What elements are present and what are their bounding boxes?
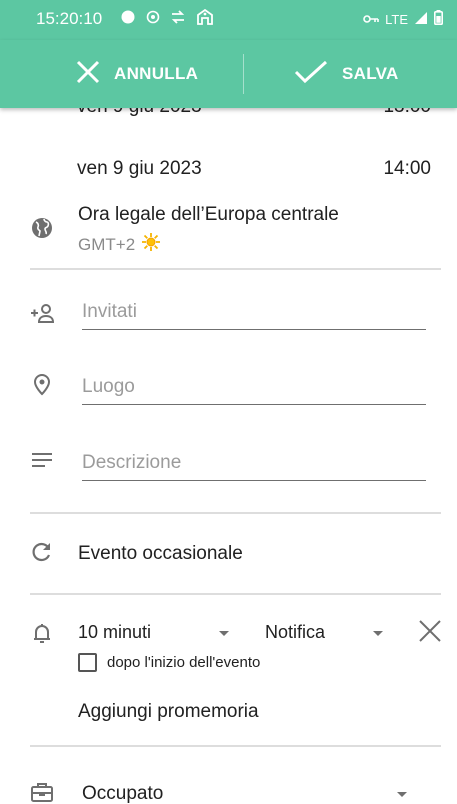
timezone-name: Ora legale dell’Europa centrale [78,204,339,225]
cancel-button[interactable]: ANNULLA [76,40,198,108]
after-start-label: dopo l'inizio dell'evento [107,654,261,671]
transfer-icon [170,10,186,29]
close-icon [76,60,100,89]
event-form: ven 9 giu 2023 13:00 ven 9 giu 2023 14:0… [0,108,457,804]
description-lines-icon [30,448,54,472]
app-notification-icon [196,8,214,30]
save-label: SALVA [342,64,399,83]
repeat-icon [30,540,54,564]
location-input[interactable] [82,369,426,405]
remove-reminder-close-icon[interactable] [419,620,441,647]
start-date[interactable]: ven 9 giu 2023 [77,108,202,118]
add-reminder-button[interactable]: Aggiungi promemoria [78,701,259,723]
vpn-key-icon [363,12,379,27]
divider [30,593,441,595]
cancel-label: ANNULLA [114,64,199,83]
divider [30,745,441,747]
divider [30,512,441,514]
end-date[interactable]: ven 9 giu 2023 [77,158,202,180]
timezone-offset-row: GMT+2 [78,232,161,257]
save-button[interactable]: SALVA [294,40,399,108]
dropdown-arrow-icon [373,631,383,636]
availability-value: Occupato [82,783,164,804]
dropdown-arrow-icon [219,631,229,636]
status-bar: 15:20:10 LTE [0,0,457,40]
status-system-icons: LTE [363,10,444,28]
network-type: LTE [385,11,408,27]
bell-icon [30,621,54,645]
battery-icon [434,10,444,28]
timezone-offset: GMT+2 [78,234,136,254]
divider [30,268,441,270]
briefcase-icon [30,780,54,804]
checkmark-icon [294,60,328,89]
reminder-time: 10 minuti [78,622,152,642]
add-person-icon [30,301,55,325]
guests-input[interactable] [82,294,426,330]
signal-icon [414,11,428,28]
after-start-checkbox[interactable] [78,653,97,672]
recurrence-option[interactable]: Evento occasionale [78,543,243,565]
status-notification-icons [120,8,214,30]
end-time[interactable]: 14:00 [383,158,431,180]
start-time[interactable]: 13:00 [383,108,431,118]
location-pin-icon [30,372,54,396]
reminder-method: Notifica [265,622,326,642]
target-icon [146,10,160,29]
sun-icon [141,232,161,257]
dropdown-arrow-icon [397,792,407,797]
description-input[interactable] [82,445,426,481]
status-time: 15:20:10 [36,9,103,28]
globe-icon [30,216,54,240]
chat-bubble-icon [120,9,136,30]
app-bar-divider [243,54,244,94]
app-bar: ANNULLA SALVA [0,40,457,108]
